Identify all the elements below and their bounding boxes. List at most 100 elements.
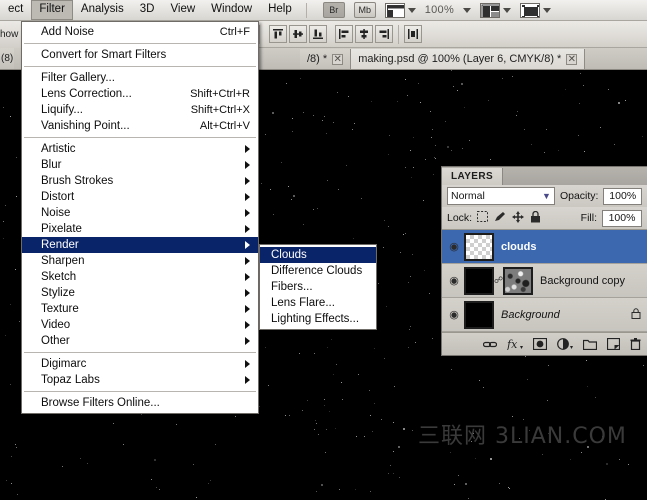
- align-right-edges-icon[interactable]: [375, 25, 393, 43]
- menu-item-topaz-labs[interactable]: Topaz Labs: [22, 372, 258, 388]
- view-extras-icon[interactable]: [520, 3, 540, 18]
- fill-field[interactable]: 100%: [602, 210, 642, 227]
- submenu-arrow-icon: [245, 177, 250, 185]
- lock-position-icon[interactable]: [512, 211, 524, 226]
- menu-item-sketch[interactable]: Sketch: [22, 269, 258, 285]
- menu-item-distort[interactable]: Distort: [22, 189, 258, 205]
- lock-image-pixels-icon[interactable]: [494, 211, 506, 225]
- new-adjustment-layer-icon[interactable]: [557, 338, 573, 350]
- view-extras-chevron-icon[interactable]: [543, 8, 551, 13]
- submenu-item-label: Lens Flare...: [271, 295, 370, 311]
- menu-item-liquify[interactable]: Liquify...Shift+Ctrl+X: [22, 102, 258, 118]
- zoom-chevron-icon[interactable]: [463, 8, 471, 13]
- document-tab-1[interactable]: /8) * ✕: [300, 49, 351, 69]
- menu-item-filter-gallery[interactable]: Filter Gallery...: [22, 70, 258, 86]
- blend-mode-select[interactable]: Normal ▼: [447, 187, 555, 205]
- eye-icon[interactable]: ◉: [444, 240, 464, 253]
- arrange-chevron-icon[interactable]: [503, 8, 511, 13]
- menu-filter[interactable]: Filter: [31, 0, 73, 20]
- eye-icon[interactable]: ◉: [444, 308, 464, 321]
- submenu-item-clouds[interactable]: Clouds: [260, 247, 376, 263]
- layer-name[interactable]: Background: [501, 309, 560, 321]
- eye-icon[interactable]: ◉: [444, 274, 464, 287]
- lock-transparent-pixels-icon[interactable]: [477, 211, 488, 225]
- close-icon[interactable]: ✕: [332, 54, 343, 65]
- layers-panel-tabs: LAYERS: [442, 167, 647, 185]
- filter-menu[interactable]: Add NoiseCtrl+F Convert for Smart Filters…: [21, 21, 259, 414]
- layer-name[interactable]: clouds: [501, 241, 536, 253]
- menu-item-vanishing-point[interactable]: Vanishing Point...Alt+Ctrl+V: [22, 118, 258, 134]
- screen-mode-chevron-icon[interactable]: [408, 8, 416, 13]
- menu-item-digimarc[interactable]: Digimarc: [22, 356, 258, 372]
- menu-analysis[interactable]: Analysis: [73, 0, 132, 20]
- menu-item-render[interactable]: Render: [22, 237, 258, 253]
- menu-item-convert-for-smart-filters[interactable]: Convert for Smart Filters: [22, 47, 258, 63]
- table-row[interactable]: ◉ clouds: [442, 230, 647, 264]
- submenu-arrow-icon: [245, 145, 250, 153]
- align-top-edges-icon[interactable]: [269, 25, 287, 43]
- layer-mask-thumbnail[interactable]: [503, 267, 533, 295]
- arrange-documents-icon[interactable]: [480, 3, 500, 18]
- screen-mode-group[interactable]: [385, 3, 416, 18]
- submenu-item-label: Lighting Effects...: [271, 311, 370, 327]
- zoom-level-value[interactable]: 100%: [425, 4, 454, 16]
- menu-item-video[interactable]: Video: [22, 317, 258, 333]
- layer-thumbnail[interactable]: [464, 233, 494, 261]
- menu-item-brush-strokes[interactable]: Brush Strokes: [22, 173, 258, 189]
- new-group-icon[interactable]: [583, 339, 597, 350]
- submenu-item-fibers[interactable]: Fibers...: [260, 279, 376, 295]
- chevron-down-icon[interactable]: ▼: [542, 191, 551, 201]
- menu-3d[interactable]: 3D: [132, 0, 163, 20]
- menu-item-artistic[interactable]: Artistic: [22, 141, 258, 157]
- align-bottom-edges-icon[interactable]: [309, 25, 327, 43]
- submenu-arrow-icon: [245, 360, 250, 368]
- submenu-item-difference-clouds[interactable]: Difference Clouds: [260, 263, 376, 279]
- menu-select[interactable]: ect: [0, 0, 31, 20]
- menu-item-browse-filters-online[interactable]: Browse Filters Online...: [22, 395, 258, 411]
- screen-mode-icon[interactable]: [385, 3, 405, 18]
- menu-item-lens-correction[interactable]: Lens Correction...Shift+Ctrl+R: [22, 86, 258, 102]
- menu-window[interactable]: Window: [203, 0, 260, 20]
- menu-view[interactable]: View: [162, 0, 203, 20]
- document-tab-2[interactable]: making.psd @ 100% (Layer 6, CMYK/8) * ✕: [351, 49, 585, 69]
- menu-item-sharpen[interactable]: Sharpen: [22, 253, 258, 269]
- mask-link-icon[interactable]: ☍: [494, 275, 503, 286]
- align-horizontal-centers-icon[interactable]: [355, 25, 373, 43]
- menu-item-stylize[interactable]: Stylize: [22, 285, 258, 301]
- menu-help[interactable]: Help: [260, 0, 300, 20]
- layer-thumbnail[interactable]: [464, 301, 494, 329]
- lock-all-icon[interactable]: [530, 211, 541, 226]
- submenu-item-lens-flare[interactable]: Lens Flare...: [260, 295, 376, 311]
- distribute-icon[interactable]: [404, 25, 422, 43]
- menu-item-pixelate[interactable]: Pixelate: [22, 221, 258, 237]
- layer-style-fx-icon[interactable]: fx: [507, 338, 523, 350]
- menu-item-blur[interactable]: Blur: [22, 157, 258, 173]
- submenu-arrow-icon: [245, 337, 250, 345]
- layer-thumbnail[interactable]: [464, 267, 494, 295]
- align-vertical-centers-icon[interactable]: [289, 25, 307, 43]
- render-submenu[interactable]: CloudsDifference CloudsFibers...Lens Fla…: [259, 244, 377, 330]
- link-layers-icon[interactable]: [483, 340, 497, 349]
- new-layer-icon[interactable]: [607, 338, 620, 350]
- menu-item-noise[interactable]: Noise: [22, 205, 258, 221]
- align-left-edges-icon[interactable]: [335, 25, 353, 43]
- document-tab-2-title: making.psd @ 100% (Layer 6, CMYK/8) *: [358, 53, 561, 65]
- launch-bridge-button[interactable]: Br: [323, 2, 345, 18]
- arrange-documents-group[interactable]: [480, 3, 511, 18]
- submenu-item-lighting-effects[interactable]: Lighting Effects...: [260, 311, 376, 327]
- close-icon[interactable]: ✕: [566, 54, 577, 65]
- layer-name[interactable]: Background copy: [540, 275, 625, 287]
- table-row[interactable]: ◉ Background: [442, 298, 647, 332]
- table-row[interactable]: ◉ ☍ Background copy: [442, 264, 647, 298]
- tab-layers[interactable]: LAYERS: [442, 168, 503, 185]
- menu-separator: [24, 43, 256, 44]
- menu-item-other[interactable]: Other: [22, 333, 258, 349]
- opacity-field[interactable]: 100%: [603, 188, 642, 205]
- menu-item-add-noise[interactable]: Add NoiseCtrl+F: [22, 24, 258, 40]
- add-layer-mask-icon[interactable]: [533, 338, 547, 350]
- delete-layer-icon[interactable]: [630, 338, 641, 350]
- view-extras-group[interactable]: [520, 3, 551, 18]
- launch-mini-bridge-button[interactable]: Mb: [354, 2, 376, 18]
- menu-item-shortcut: Ctrl+F: [220, 24, 252, 40]
- menu-item-texture[interactable]: Texture: [22, 301, 258, 317]
